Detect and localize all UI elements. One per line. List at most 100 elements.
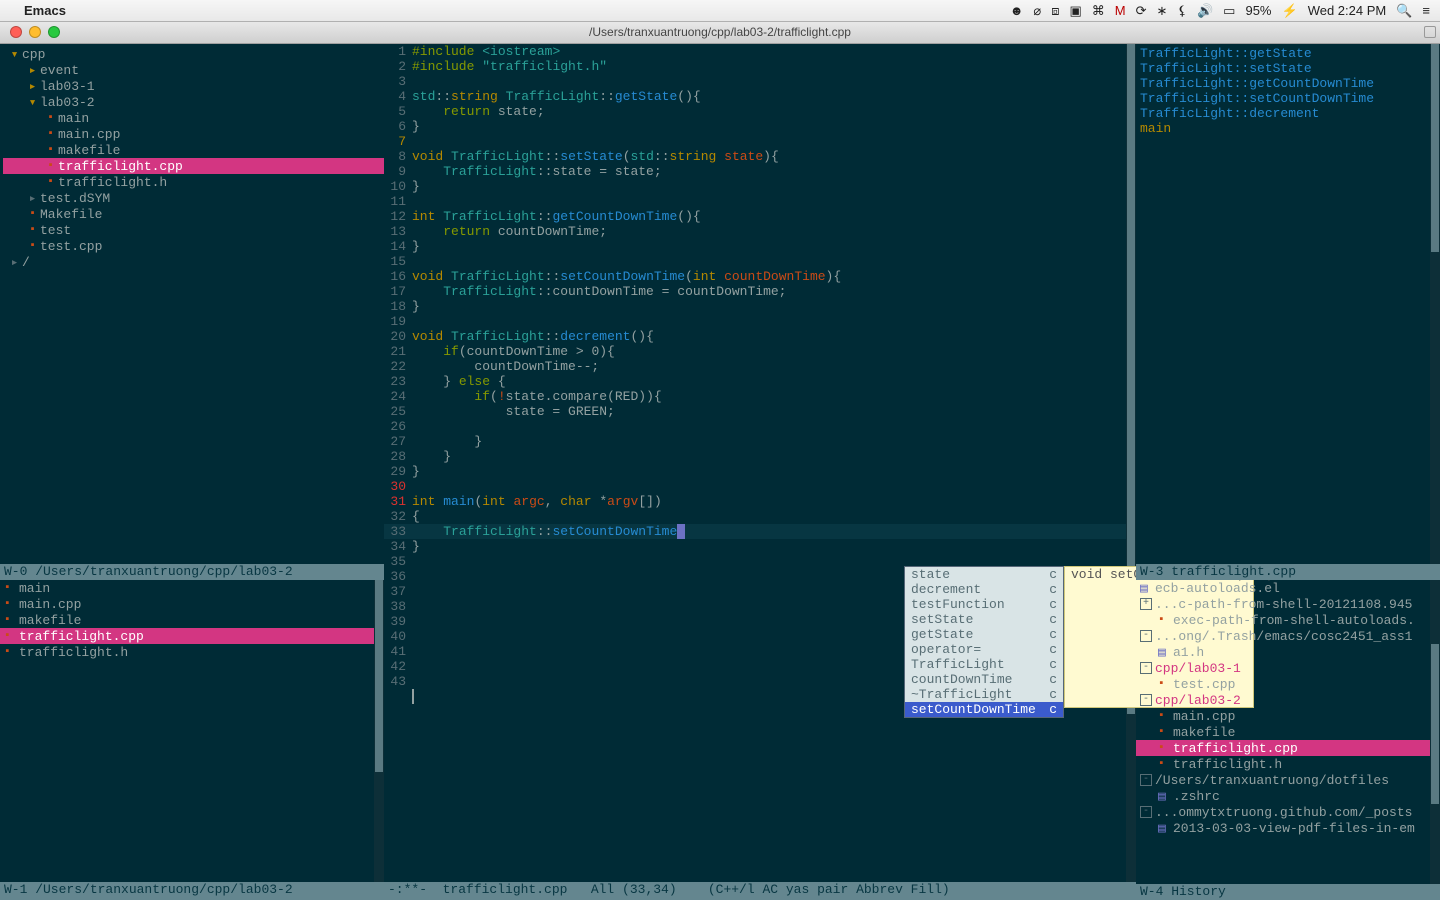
method-item[interactable]: TrafficLight::setState [1140, 61, 1436, 76]
buffer-item[interactable]: ▪exec-path-from-shell-autoloads. [1136, 612, 1440, 628]
list-item[interactable]: ▪makefile [0, 612, 384, 628]
code-line[interactable]: 4std::string TrafficLight::getState(){ [384, 89, 1136, 104]
code-line[interactable]: 19 [384, 314, 1136, 329]
app-name[interactable]: Emacs [24, 3, 66, 18]
autocomplete-popup[interactable]: statecdecrementctestFunctioncsetStatecge… [904, 566, 1064, 718]
expand-icon[interactable]: - [1140, 630, 1152, 642]
tree-folder[interactable]: ▾lab03-2 [3, 94, 384, 110]
wifi-icon[interactable]: ⚸ [1177, 3, 1187, 18]
code-line[interactable]: 5 return state; [384, 104, 1136, 119]
close-icon[interactable] [10, 26, 22, 38]
code-line[interactable]: 3 [384, 74, 1136, 89]
tree-file[interactable]: ▪main [3, 110, 384, 126]
buffer-item[interactable]: ▪main.cpp [1136, 708, 1440, 724]
autocomplete-item[interactable]: ~TrafficLightc [905, 687, 1063, 702]
zoom-icon[interactable] [48, 26, 60, 38]
code-line[interactable]: 24 if(!state.compare(RED)){ [384, 389, 1136, 404]
code-line[interactable]: 21 if(countDownTime > 0){ [384, 344, 1136, 359]
tree-file[interactable]: ▪trafficlight.cpp [3, 158, 384, 174]
tree-file[interactable]: ▪trafficlight.h [3, 174, 384, 190]
scrollbar[interactable] [374, 580, 384, 900]
tree-folder[interactable]: ▾cpp [3, 46, 384, 62]
list-item[interactable]: ▪main.cpp [0, 596, 384, 612]
method-item[interactable]: TrafficLight::getCountDownTime [1140, 76, 1436, 91]
code-line[interactable]: 26 [384, 419, 1136, 434]
code-line[interactable]: 11 [384, 194, 1136, 209]
method-item[interactable]: main [1140, 121, 1436, 136]
scrollbar[interactable] [1430, 44, 1440, 564]
expand-icon[interactable]: - [1140, 694, 1152, 706]
code-line[interactable]: 16void TrafficLight::setCountDownTime(in… [384, 269, 1136, 284]
code-editor[interactable]: 1#include <iostream>2#include "trafficli… [384, 44, 1136, 882]
code-line[interactable]: 33 TrafficLight::setCountDownTime [384, 524, 1136, 539]
buffer-group[interactable]: -cpp/lab03-1 [1136, 660, 1440, 676]
buffer-item[interactable]: ▤2013-03-03-view-pdf-files-in-em [1136, 820, 1440, 836]
buffer-item[interactable]: ▪makefile [1136, 724, 1440, 740]
tree-folder[interactable]: ▸lab03-1 [3, 78, 384, 94]
code-line[interactable]: 9 TrafficLight::state = state; [384, 164, 1136, 179]
method-item[interactable]: TrafficLight::setCountDownTime [1140, 91, 1436, 106]
expand-icon[interactable]: - [1140, 662, 1152, 674]
code-line[interactable]: 30 [384, 479, 1136, 494]
dropbox-icon[interactable]: ⧈ [1051, 3, 1059, 18]
scrollbar[interactable] [1126, 44, 1136, 882]
code-line[interactable]: 17 TrafficLight::countDownTime = countDo… [384, 284, 1136, 299]
buffer-item[interactable]: ▪test.cpp [1136, 676, 1440, 692]
list-item[interactable]: ▪trafficlight.cpp [0, 628, 384, 644]
buffer-item[interactable]: ▤.zshrc [1136, 788, 1440, 804]
tree-file[interactable]: ▪test [3, 222, 384, 238]
tree-file[interactable]: ▪Makefile [3, 206, 384, 222]
method-item[interactable]: TrafficLight::decrement [1140, 106, 1436, 121]
buffer-item[interactable]: ▪trafficlight.h [1136, 756, 1440, 772]
resize-icon[interactable] [1424, 26, 1436, 38]
list-item[interactable]: ▪main [0, 580, 384, 596]
code-line[interactable]: 10} [384, 179, 1136, 194]
code-line[interactable]: 2#include "trafficlight.h" [384, 59, 1136, 74]
code-line[interactable]: 23 } else { [384, 374, 1136, 389]
battery-icon[interactable]: ▭ [1223, 3, 1235, 18]
tree-folder[interactable]: ▸event [3, 62, 384, 78]
expand-icon[interactable]: - [1140, 806, 1152, 818]
code-line[interactable]: 34} [384, 539, 1136, 554]
autocomplete-item[interactable]: testFunctionc [905, 597, 1063, 612]
buffer-group[interactable]: -...ommytxtruong.github.com/_posts [1136, 804, 1440, 820]
tree-file[interactable]: ▪test.cpp [3, 238, 384, 254]
file-history[interactable]: ▪main▪main.cpp▪makefile▪trafficlight.cpp… [0, 580, 384, 900]
code-line[interactable]: 8void TrafficLight::setState(std::string… [384, 149, 1136, 164]
notifications-icon[interactable]: ≡ [1422, 3, 1430, 18]
code-line[interactable]: 32{ [384, 509, 1136, 524]
buffer-group[interactable]: -/Users/tranxuantruong/dotfiles [1136, 772, 1440, 788]
buffer-group[interactable]: -...ong/.Trash/emacs/cosc2451_ass1 [1136, 628, 1440, 644]
autocomplete-item[interactable]: getStatec [905, 627, 1063, 642]
expand-icon[interactable]: + [1140, 598, 1152, 610]
globe-icon[interactable]: ⌀ [1033, 3, 1041, 18]
scrollbar[interactable] [1430, 580, 1440, 900]
tree-folder[interactable]: ▸/ [3, 254, 384, 270]
spotlight-icon[interactable]: 🔍 [1396, 3, 1412, 18]
buffers-list[interactable]: ▤ ecb-autoloads.el +...c-path-from-shell… [1136, 580, 1440, 900]
finder-icon[interactable]: ▣ [1070, 3, 1082, 18]
code-line[interactable]: 31int main(int argc, char *argv[]) [384, 494, 1136, 509]
menu-extra-icon[interactable]: ⌘ [1092, 3, 1105, 18]
buffer-group[interactable]: -cpp/lab03-2 [1136, 692, 1440, 708]
tree-file[interactable]: ▪main.cpp [3, 126, 384, 142]
code-line[interactable]: 1#include <iostream> [384, 44, 1136, 59]
pacman-icon[interactable]: ☻ [1010, 3, 1024, 18]
autocomplete-item[interactable]: setStatec [905, 612, 1063, 627]
code-line[interactable]: 18} [384, 299, 1136, 314]
code-line[interactable]: 15 [384, 254, 1136, 269]
buffer-item[interactable]: ▪trafficlight.cpp [1136, 740, 1440, 756]
gmail-icon[interactable]: M [1115, 3, 1126, 18]
autocomplete-item[interactable]: countDownTimec [905, 672, 1063, 687]
code-line[interactable]: 6} [384, 119, 1136, 134]
directory-tree[interactable]: ▾cpp▸event▸lab03-1▾lab03-2▪main▪main.cpp… [0, 44, 384, 564]
code-line[interactable]: 28 } [384, 449, 1136, 464]
autocomplete-item[interactable]: setCountDownTimec [905, 702, 1063, 717]
sync-icon[interactable]: ⟳ [1136, 3, 1147, 18]
code-line[interactable]: 27 } [384, 434, 1136, 449]
code-line[interactable]: 22 countDownTime--; [384, 359, 1136, 374]
code-line[interactable]: 12int TrafficLight::getCountDownTime(){ [384, 209, 1136, 224]
list-item[interactable]: ▤ ecb-autoloads.el [1136, 580, 1440, 596]
tree-folder[interactable]: ▸test.dSYM [3, 190, 384, 206]
code-line[interactable]: 20void TrafficLight::decrement(){ [384, 329, 1136, 344]
